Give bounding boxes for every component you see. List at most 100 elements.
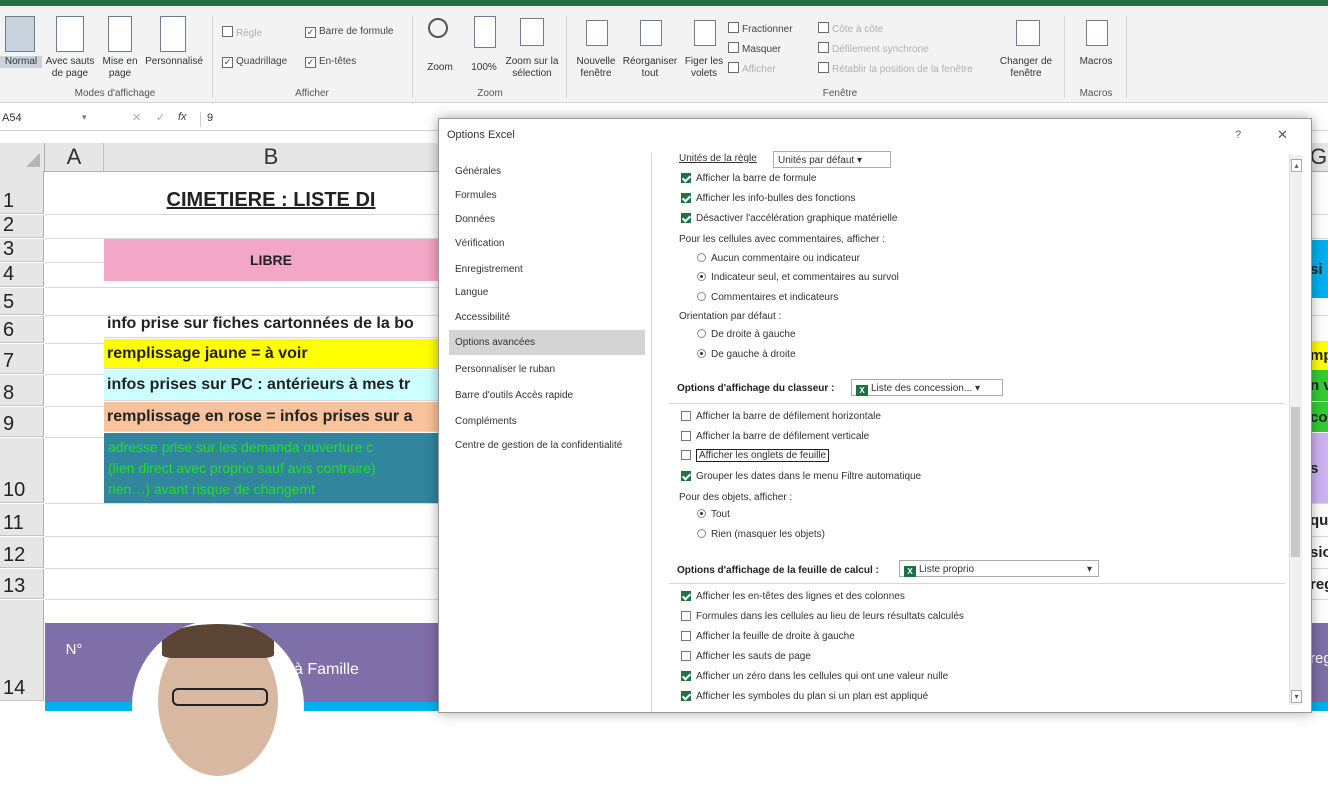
cell-b9[interactable]: adresse prise sur les demanda ouverture … <box>104 433 438 503</box>
comments-both-radio[interactable]: Commentaires et indicateurs <box>697 292 838 303</box>
ruler-checkbox[interactable]: Règle <box>222 26 262 39</box>
nav-item[interactable]: Langue <box>449 280 645 305</box>
orientation-rtl-radio[interactable]: De droite à gauche <box>697 329 796 340</box>
cell-fragment-g[interactable]: si <box>1310 240 1328 298</box>
cancel-icon[interactable]: ✕ <box>132 111 141 124</box>
show-formula-bar-option[interactable]: Afficher la barre de formule <box>681 173 816 184</box>
comments-indicator-radio[interactable]: Indicateur seul, et commentaires au surv… <box>697 272 899 283</box>
close-icon[interactable]: ✕ <box>1277 127 1288 143</box>
row-header[interactable]: 2 <box>0 214 44 238</box>
ruler-units-dropdown[interactable]: Unités par défaut ▾ <box>773 151 891 168</box>
orientation-ltr-radio[interactable]: De gauche à droite <box>697 349 796 360</box>
dialog-scrollbar[interactable]: ▴ ▾ <box>1289 155 1302 705</box>
name-box[interactable]: A54 <box>2 112 82 127</box>
row-header[interactable]: 4 <box>0 263 44 287</box>
cell-fragment-g[interactable]: s <box>1310 433 1328 503</box>
page-break-button[interactable]: Avec sauts de page <box>44 56 96 80</box>
scrollbar-thumb[interactable] <box>1291 407 1300 557</box>
gridlines-checkbox[interactable]: ✓ Quadrillage <box>222 56 287 68</box>
cell-b8[interactable]: remplissage en rose = infos prises sur a <box>104 402 438 432</box>
nav-item[interactable]: Compléments <box>449 409 645 434</box>
group-dates-option[interactable]: Grouper les dates dans le menu Filtre au… <box>681 471 921 482</box>
row-header[interactable]: 11 <box>0 504 44 536</box>
worksheet-dropdown[interactable]: X Liste proprio ▾ <box>899 560 1099 577</box>
column-header-b[interactable]: B <box>104 143 439 172</box>
arrange-all-button[interactable]: Réorganiser tout <box>620 56 680 80</box>
cell-b7[interactable]: infos prises sur PC : antérieurs à mes t… <box>104 370 438 401</box>
cell-b6[interactable]: remplissage jaune = à voir <box>104 339 438 369</box>
formulas-in-cells-option[interactable]: Formules dans les cellules au lieu de le… <box>681 611 964 622</box>
nav-item[interactable]: Vérification <box>449 231 645 256</box>
zoom-100-button[interactable]: 100% <box>464 62 504 74</box>
custom-view-button[interactable]: Personnalisé <box>142 56 206 68</box>
row-header[interactable]: 1 <box>0 171 44 214</box>
headings-checkbox[interactable]: ✓ En-têtes <box>305 56 356 68</box>
row-header[interactable]: 13 <box>0 569 44 599</box>
help-icon[interactable]: ? <box>1235 129 1241 141</box>
formula-input[interactable]: 9 <box>207 112 213 124</box>
normal-view-button[interactable]: Normal <box>0 56 42 68</box>
formula-bar-checkbox[interactable]: ✓ Barre de formule <box>305 26 393 38</box>
page-breaks-option[interactable]: Afficher les sauts de page <box>681 651 811 662</box>
split-button[interactable]: Fractionner <box>728 22 793 35</box>
cell-fragment-g[interactable]: n v <box>1310 370 1328 401</box>
workbook-dropdown[interactable]: X Liste des concession... ▾ <box>851 379 1003 396</box>
show-zero-option[interactable]: Afficher un zéro dans les cellules qui o… <box>681 671 948 682</box>
macros-button[interactable]: Macros <box>1072 56 1120 68</box>
disable-hw-accel-option[interactable]: Désactiver l'accélération graphique maté… <box>681 213 897 224</box>
row-header[interactable]: 10 <box>0 438 44 503</box>
nav-item[interactable]: Barre d'outils Accès rapide <box>449 383 645 408</box>
row-header[interactable]: 8 <box>0 375 44 406</box>
objects-none-radio[interactable]: Rien (masquer les objets) <box>697 529 825 540</box>
reset-position-button[interactable]: Rétablir la position de la fenêtre <box>818 62 973 75</box>
cell-fragment-g[interactable]: sio <box>1310 537 1328 568</box>
nav-item[interactable]: Personnaliser le ruban <box>449 357 645 382</box>
row-header[interactable]: 14 <box>0 600 44 701</box>
row-header[interactable]: 3 <box>0 238 44 262</box>
nav-item[interactable]: Centre de gestion de la confidentialité <box>449 433 645 458</box>
scroll-up-icon[interactable]: ▴ <box>1291 159 1302 172</box>
row-header[interactable]: 12 <box>0 537 44 568</box>
function-icon[interactable]: fx <box>178 111 187 123</box>
row-header[interactable]: 6 <box>0 316 44 343</box>
row-header[interactable]: 5 <box>0 288 44 315</box>
switch-window-button[interactable]: Changer de fenêtre <box>996 56 1056 80</box>
cell-fragment-g[interactable]: mp <box>1310 341 1328 370</box>
nav-item[interactable]: Générales <box>449 159 645 184</box>
cell-fragment-g[interactable]: que <box>1310 504 1328 536</box>
nav-item[interactable]: Données <box>449 207 645 232</box>
sheet-tabs-option[interactable]: Afficher les onglets de feuille <box>681 449 830 462</box>
outline-symbols-option[interactable]: Afficher les symboles du plan si un plan… <box>681 691 928 702</box>
sheet-title-cell[interactable]: CIMETIERE : LISTE DI <box>104 171 438 214</box>
hide-button[interactable]: Masquer <box>728 42 781 55</box>
cell-b5[interactable]: info prise sur fiches cartonnées de la b… <box>104 310 438 338</box>
cell-fragment-g[interactable]: co <box>1310 402 1328 432</box>
comments-none-radio[interactable]: Aucun commentaire ou indicateur <box>697 253 860 264</box>
row-col-headers-option[interactable]: Afficher les en-têtes des lignes et des … <box>681 591 905 602</box>
nav-item[interactable]: Enregistrement <box>449 257 645 282</box>
chevron-down-icon[interactable]: ▾ <box>82 112 87 123</box>
v-scrollbar-option[interactable]: Afficher la barre de défilement vertical… <box>681 431 869 442</box>
freeze-panes-button[interactable]: Figer les volets <box>680 56 728 80</box>
sync-scroll-button[interactable]: Défilement synchrone <box>818 42 929 55</box>
sheet-rtl-option[interactable]: Afficher la feuille de droite à gauche <box>681 631 855 642</box>
header-number-cell[interactable]: N° <box>45 623 103 711</box>
unhide-button[interactable]: Afficher <box>728 62 776 75</box>
column-header-g[interactable]: G <box>1310 143 1328 172</box>
zoom-selection-button[interactable]: Zoom sur la sélection <box>502 56 562 80</box>
nav-item[interactable]: Accessibilité <box>449 305 645 330</box>
row-header[interactable]: 7 <box>0 344 44 374</box>
show-tooltips-option[interactable]: Afficher les info-bulles des fonctions <box>681 193 855 204</box>
page-layout-button[interactable]: Mise en page <box>98 56 142 80</box>
nav-item[interactable]: Options avancées <box>449 330 645 355</box>
row-header[interactable]: 9 <box>0 407 44 437</box>
enter-check-icon[interactable]: ✓ <box>156 111 165 124</box>
scroll-down-icon[interactable]: ▾ <box>1291 690 1302 703</box>
cell-fragment-g[interactable]: reg <box>1310 569 1328 599</box>
h-scrollbar-option[interactable]: Afficher la barre de défilement horizont… <box>681 411 881 422</box>
nav-item[interactable]: Formules <box>449 183 645 208</box>
new-window-button[interactable]: Nouvelle fenêtre <box>572 56 620 80</box>
zoom-button[interactable]: Zoom <box>420 62 460 74</box>
column-header-a[interactable]: A <box>45 143 104 172</box>
select-all-corner[interactable] <box>0 143 45 172</box>
